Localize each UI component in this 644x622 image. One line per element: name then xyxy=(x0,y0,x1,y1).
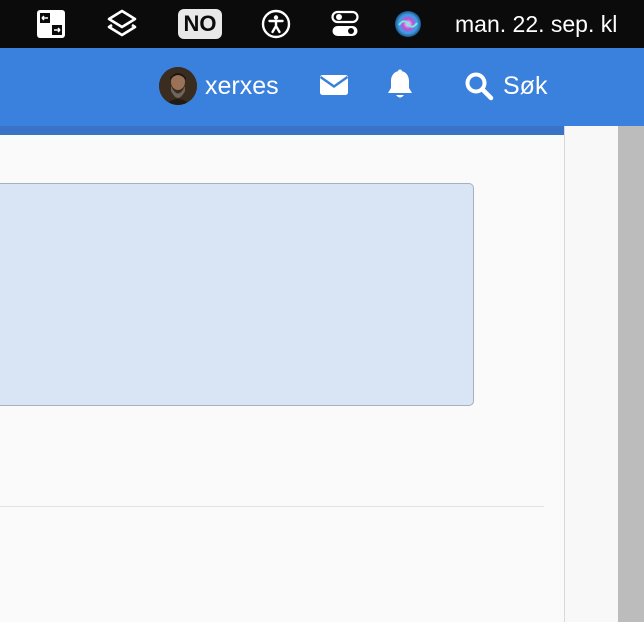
accessibility-icon[interactable] xyxy=(260,8,292,40)
right-sidebar xyxy=(564,126,618,622)
window-switcher-icon[interactable] xyxy=(35,8,67,40)
search-icon xyxy=(464,71,494,101)
system-menu-bar: NO man. 22. sep. kl xyxy=(0,0,644,48)
input-source-badge[interactable]: NO xyxy=(178,9,222,39)
search-label: Søk xyxy=(503,71,548,100)
shortcuts-layers-icon[interactable] xyxy=(105,8,139,40)
user-menu[interactable]: xerxes xyxy=(159,67,279,105)
bell-icon[interactable] xyxy=(385,69,415,101)
username[interactable]: xerxes xyxy=(205,72,279,101)
avatar[interactable] xyxy=(159,67,197,105)
control-center-icon[interactable] xyxy=(330,8,360,40)
header-bottom-edge xyxy=(0,126,564,135)
search-button[interactable]: Søk xyxy=(464,68,547,104)
menu-bar-clock[interactable]: man. 22. sep. kl xyxy=(455,9,617,39)
window-edge xyxy=(618,126,644,622)
site-header: xerxes Søk xyxy=(0,48,644,126)
envelope-icon[interactable] xyxy=(319,73,349,97)
content-divider xyxy=(0,506,544,507)
main-content xyxy=(0,135,564,622)
siri-icon[interactable] xyxy=(393,8,423,40)
info-box xyxy=(0,183,474,406)
